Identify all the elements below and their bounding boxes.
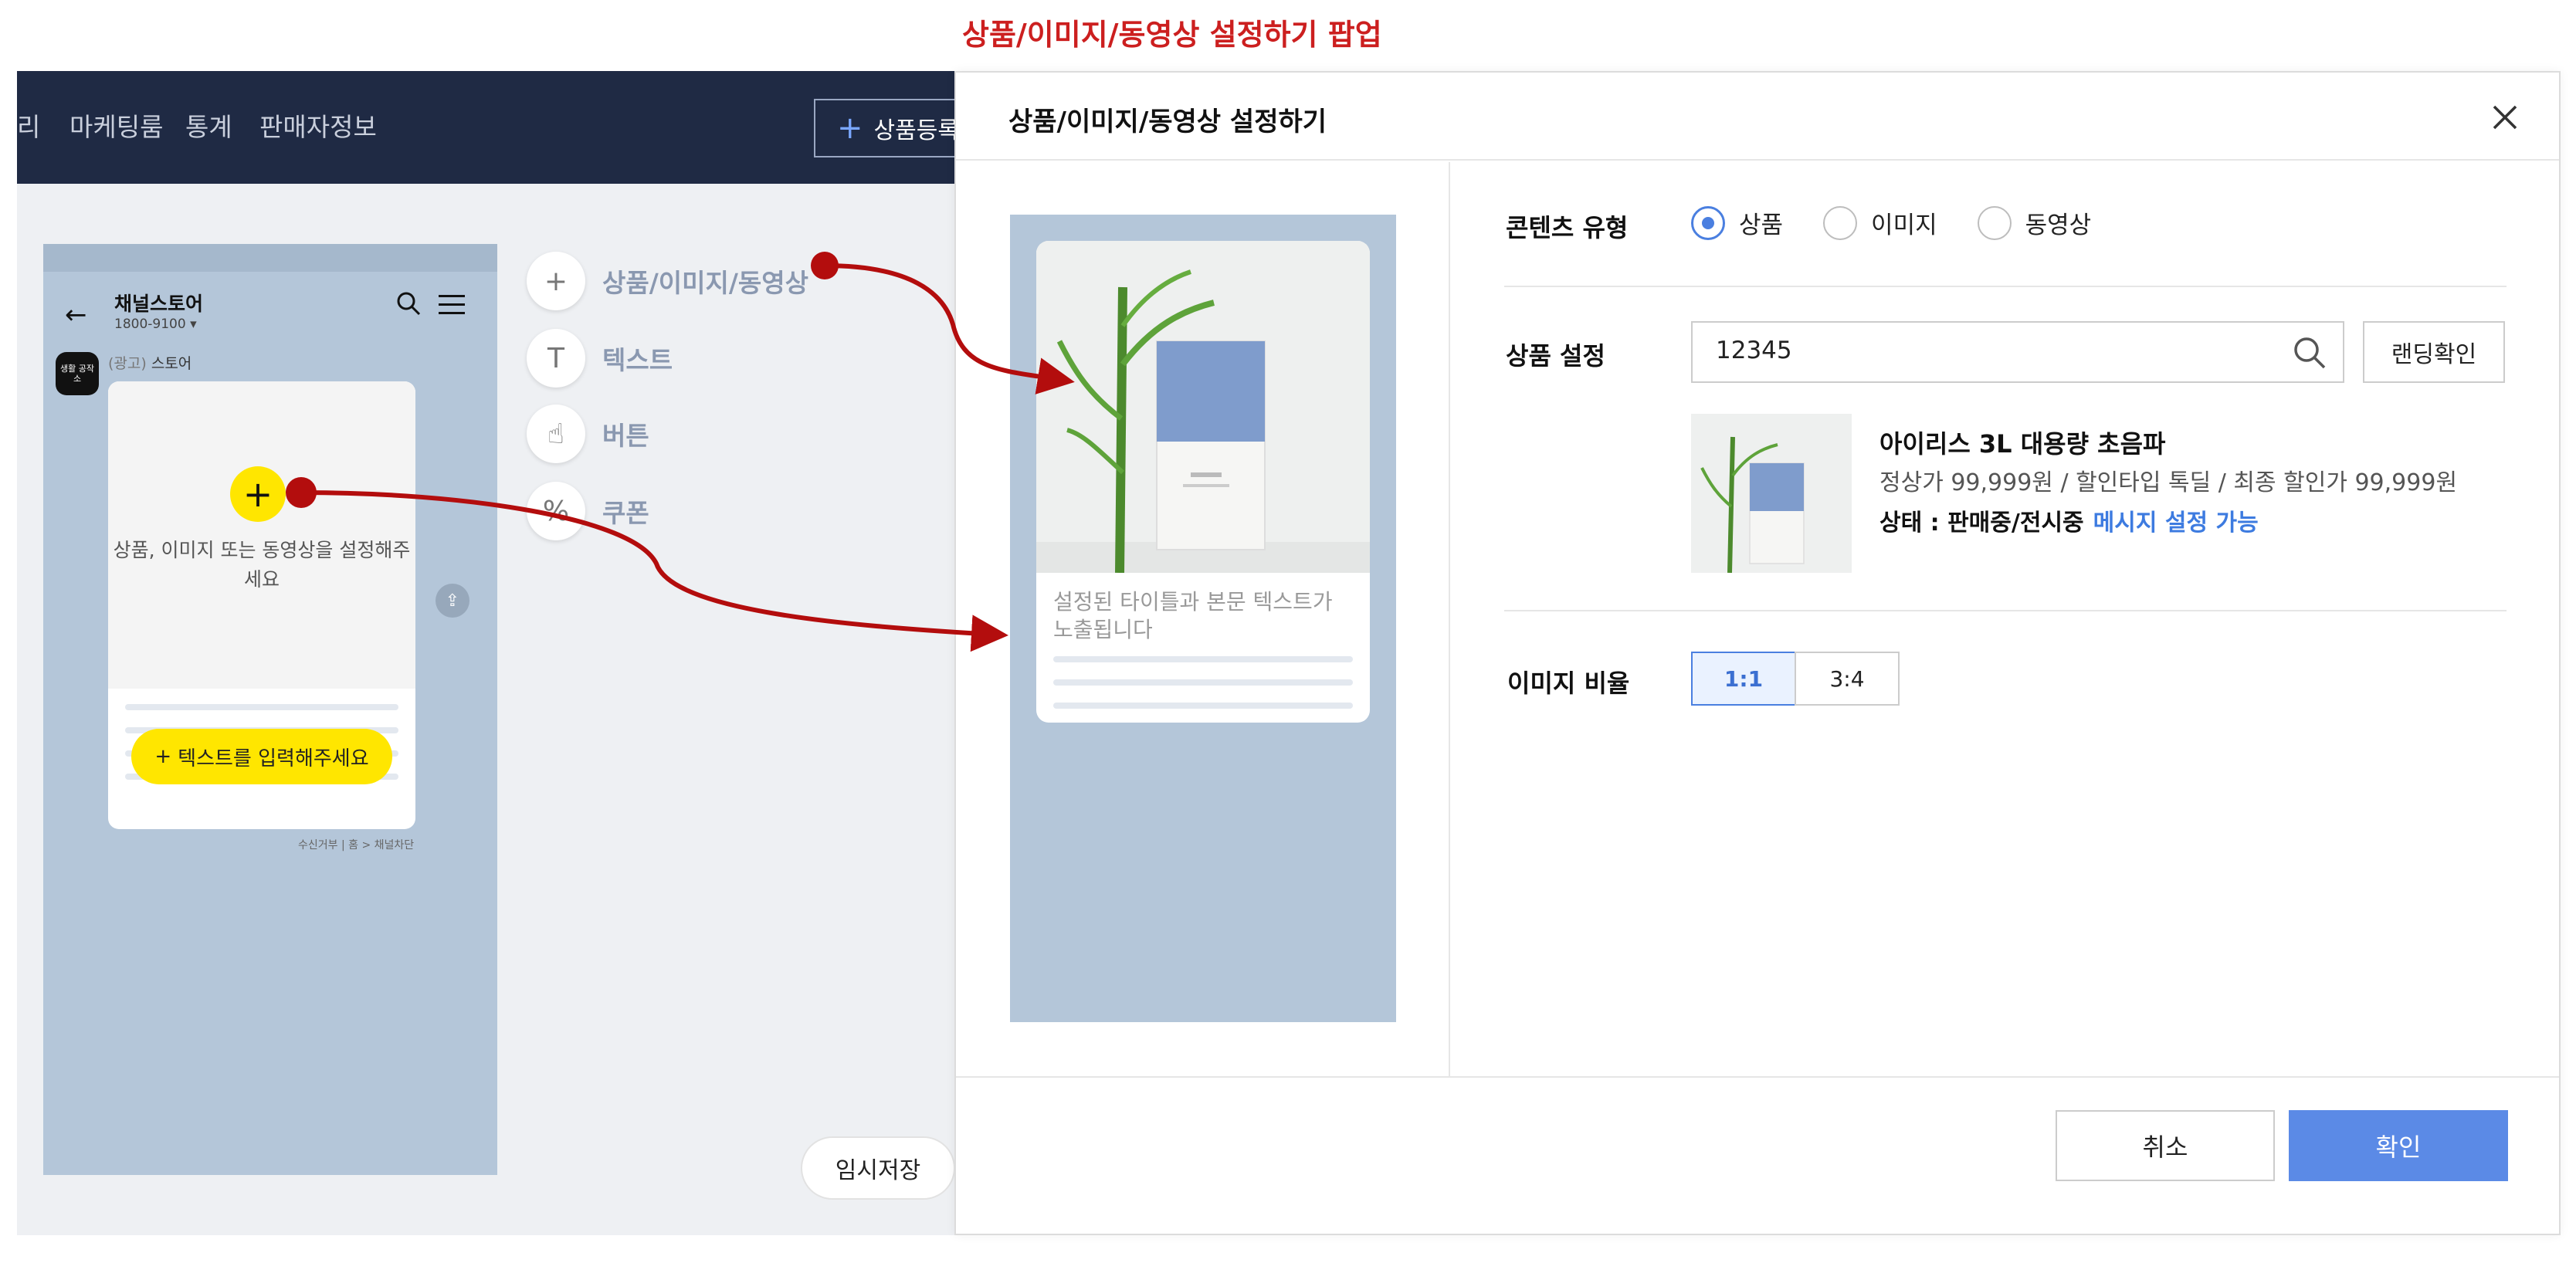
app-editor: 리 마케팅룸 통계 판매자정보 + 상품등록 ← 채널스토어 1800-9100…: [17, 71, 1021, 1235]
tool-coupon[interactable]: % 쿠폰: [527, 482, 649, 540]
settings-popup: 상품/이미지/동영상 설정하기 설정된 타이틀과 본문 텍스트가 노출됩니다 콘…: [954, 71, 2561, 1235]
tool-label: 텍스트: [602, 345, 673, 375]
product-status-text: 상태 : 판매중/전시중: [1879, 510, 2084, 537]
radio-label: 동영상: [2025, 212, 2092, 239]
tool-product-image-video[interactable]: + 상품/이미지/동영상: [527, 252, 808, 310]
product-thumbnail: [1691, 414, 1852, 573]
tool-label: 상품/이미지/동영상: [602, 268, 808, 298]
radio-video[interactable]: 동영상: [1977, 205, 2092, 240]
popup-header: 상품/이미지/동영상 설정하기: [956, 73, 2559, 161]
settings-form: 콘텐츠 유형 상품 이미지 동영상 상품 설정 랜딩확인: [1452, 162, 2561, 1076]
popup-title: 상품/이미지/동영상 설정하기: [1008, 107, 1327, 137]
plus-icon: +: [527, 252, 585, 310]
temp-save-button[interactable]: 임시저장: [801, 1136, 955, 1200]
product-status: 상태 : 판매중/전시중 메시지 설정 가능: [1879, 503, 2259, 537]
bamboo-thumbnail-image: [1691, 414, 1852, 573]
share-icon[interactable]: ⇪: [436, 584, 469, 618]
plus-icon: +: [837, 110, 863, 146]
nav-item-seller-info[interactable]: 판매자정보: [259, 107, 377, 144]
divider: [1504, 286, 2507, 287]
message-setting-available: 메시지 설정 가능: [2093, 510, 2259, 537]
radio-label: 이미지: [1871, 212, 1937, 239]
phone-status-strip: [43, 244, 497, 272]
search-icon[interactable]: [2290, 334, 2329, 372]
preview-panel: 설정된 타이틀과 본문 텍스트가 노출됩니다: [956, 162, 1450, 1076]
product-register-label: 상품등록: [873, 117, 959, 144]
content-type-radio-group: 상품 이미지 동영상: [1691, 205, 2091, 240]
menu-icon[interactable]: [439, 295, 465, 315]
add-media-plus-icon[interactable]: +: [230, 466, 286, 522]
tool-label: 버튼: [602, 421, 649, 451]
divider: [1504, 610, 2507, 611]
radio-label: 상품: [1739, 212, 1784, 239]
radio-unchecked-icon[interactable]: [1823, 205, 1858, 240]
preview-text: 설정된 타이틀과 본문 텍스트가 노출됩니다: [1053, 589, 1333, 643]
card-placeholder-message: 상품, 이미지 또는 동영상을 설정해주세요: [113, 539, 411, 591]
text-icon: T: [527, 329, 585, 388]
image-ratio-label: 이미지 비율: [1507, 669, 1630, 698]
tool-text[interactable]: T 텍스트: [527, 329, 673, 388]
cancel-button[interactable]: 취소: [2056, 1110, 2275, 1181]
radio-checked-icon[interactable]: [1691, 205, 1725, 240]
confirm-button[interactable]: 확인: [2289, 1110, 2508, 1181]
ad-label: (광고) 스토어: [108, 355, 192, 372]
product-price-line: 정상가 99,999원 / 할인타입 톡딜 / 최종 할인가 99,999원: [1879, 469, 2458, 496]
landing-check-button[interactable]: 랜딩확인: [2363, 321, 2505, 383]
tool-label: 쿠폰: [602, 498, 649, 528]
channel-title: 채널스토어: [114, 293, 204, 315]
popup-footer: 취소 확인: [956, 1076, 2559, 1235]
enter-text-label: 텍스트를 입력해주세요: [178, 747, 369, 770]
product-search-input[interactable]: [1716, 337, 2256, 364]
bamboo-product-image: [1036, 241, 1370, 573]
product-name: 아이리스 3L 대용량 초음파: [1879, 429, 2166, 459]
top-navigation-bar: 리 마케팅룸 통계 판매자정보 + 상품등록: [17, 71, 1021, 184]
product-setting-label: 상품 설정: [1506, 341, 1605, 371]
image-ratio-toggle: 1:1 3:4: [1691, 652, 1900, 706]
content-type-label: 콘텐츠 유형: [1506, 213, 1629, 242]
ratio-3-4-button[interactable]: 3:4: [1795, 652, 1900, 706]
close-icon[interactable]: [2485, 97, 2525, 137]
preview-text-lines: [1053, 656, 1353, 723]
card-media-placeholder[interactable]: + 상품, 이미지 또는 동영상을 설정해주세요: [108, 381, 415, 689]
avatar: 생활 공작 소: [56, 352, 99, 395]
hand-pointer-icon: ☝: [527, 405, 585, 463]
radio-unchecked-icon[interactable]: [1977, 205, 2012, 240]
back-arrow-icon[interactable]: ←: [65, 300, 87, 330]
product-search-box: [1691, 321, 2344, 383]
message-card: + 상품, 이미지 또는 동영상을 설정해주세요 + 텍스트를 입력해주세요: [108, 381, 415, 829]
radio-product[interactable]: 상품: [1691, 205, 1783, 240]
nav-item-partial[interactable]: 리: [17, 107, 40, 144]
plus-icon: +: [154, 745, 172, 768]
enter-text-button[interactable]: + 텍스트를 입력해주세요: [131, 729, 392, 784]
ratio-1-1-button[interactable]: 1:1: [1691, 652, 1796, 706]
nav-item-statistics[interactable]: 통계: [185, 107, 232, 144]
phone-preview: ← 채널스토어 1800-9100 ▾ 생활 공작 소 (광고) 스토어 + 상…: [43, 244, 497, 1175]
tool-button[interactable]: ☝ 버튼: [527, 405, 649, 463]
phone-footer: 수신거부 | 홈 > 채널차단: [298, 839, 415, 852]
preview-background: 설정된 타이틀과 본문 텍스트가 노출됩니다: [1010, 215, 1396, 1022]
radio-image[interactable]: 이미지: [1823, 205, 1937, 240]
caption-title: 상품/이미지/동영상 설정하기 팝업: [962, 18, 1382, 52]
channel-phone: 1800-9100 ▾: [114, 317, 197, 332]
percent-icon: %: [527, 482, 585, 540]
preview-card: 설정된 타이틀과 본문 텍스트가 노출됩니다: [1036, 241, 1370, 723]
nav-item-marketing-room[interactable]: 마케팅룸: [69, 107, 163, 144]
product-image: [1036, 241, 1370, 573]
search-icon[interactable]: [395, 290, 422, 317]
